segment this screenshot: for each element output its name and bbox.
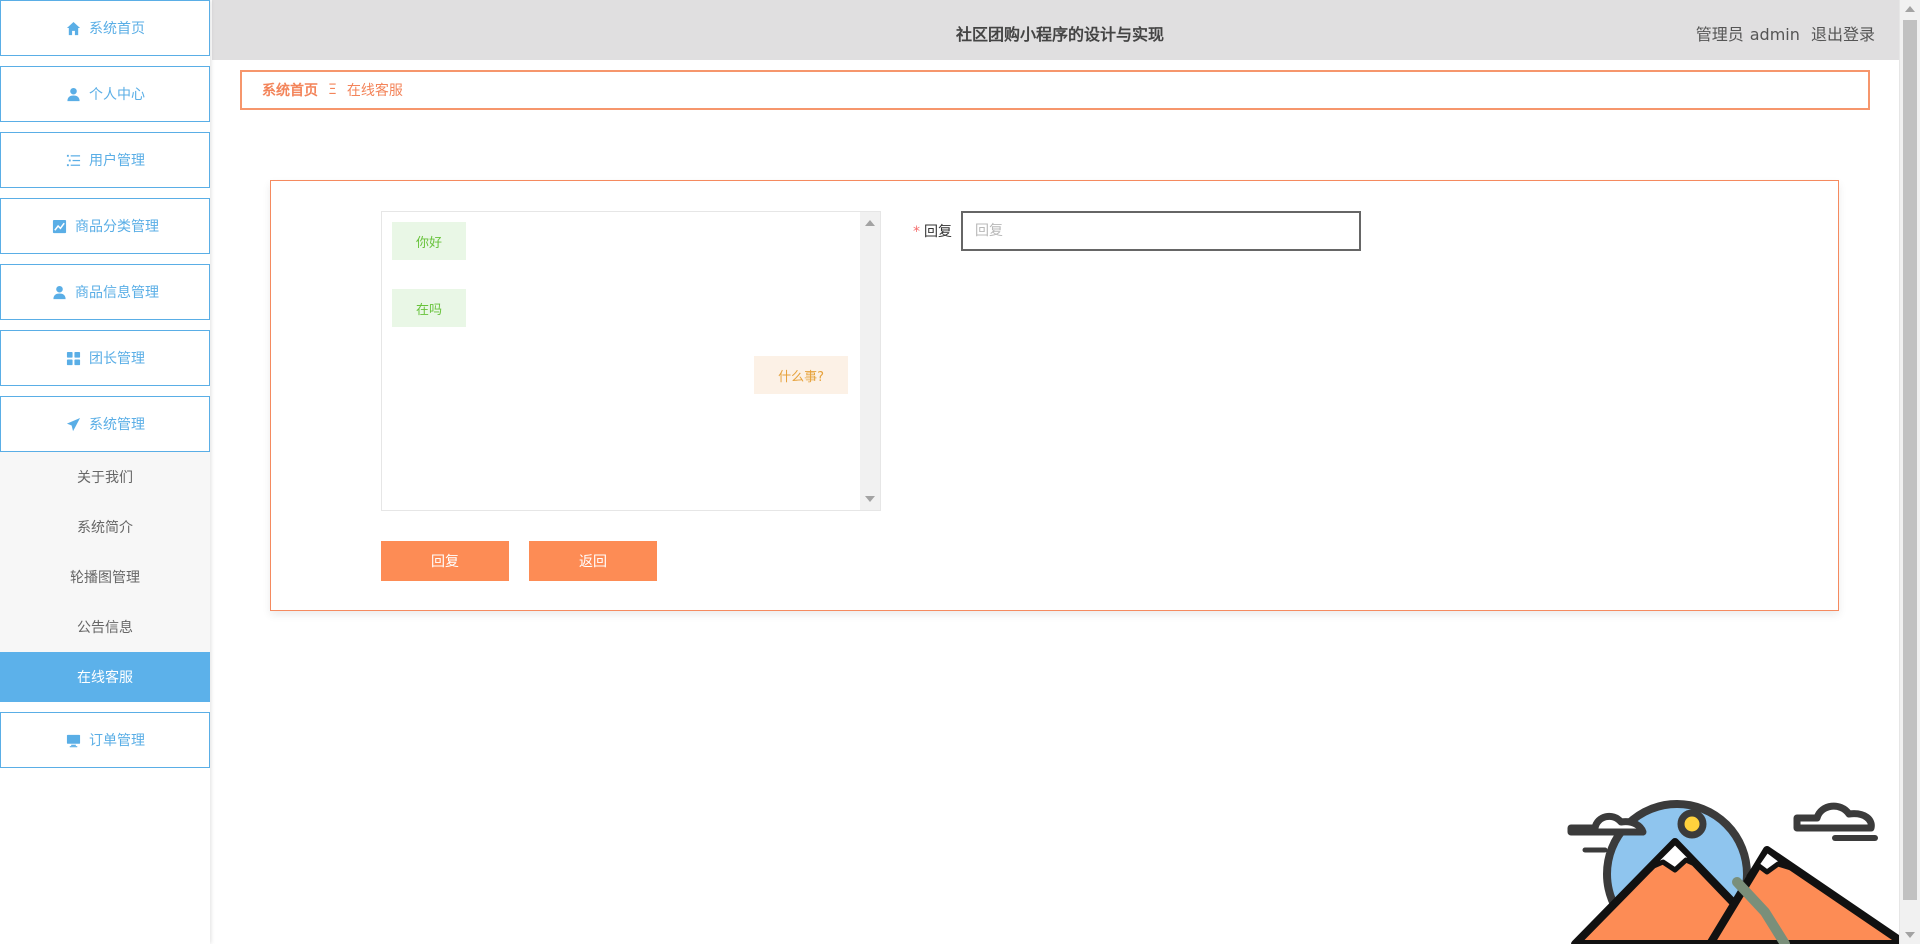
chat-card: 你好 在吗 什么事? *回复 回复 返回 xyxy=(270,180,1839,611)
back-button[interactable]: 返回 xyxy=(529,541,657,581)
sidebar-item-label: 系统首页 xyxy=(89,21,145,37)
sidebar-item-home[interactable]: 系统首页 xyxy=(0,0,210,56)
sidebar-item-order-management[interactable]: 订单管理 xyxy=(0,712,210,768)
breadcrumb-current: 在线客服 xyxy=(346,83,403,99)
sidebar-item-product-management[interactable]: 商品信息管理 xyxy=(0,264,210,320)
logout-link[interactable]: 退出登录 xyxy=(1811,25,1875,44)
sidebar-item-label: 商品分类管理 xyxy=(75,219,159,235)
submenu-item-online-service[interactable]: 在线客服 xyxy=(0,652,210,702)
submenu-item-announcements[interactable]: 公告信息 xyxy=(0,602,210,652)
submenu-item-carousel[interactable]: 轮播图管理 xyxy=(0,552,210,602)
breadcrumb-home[interactable]: 系统首页 xyxy=(262,80,318,100)
username: admin xyxy=(1749,25,1800,44)
breadcrumb: 系统首页 Ξ 在线客服 xyxy=(240,70,1870,110)
sidebar-item-label: 订单管理 xyxy=(89,733,145,749)
sidebar-item-label: 商品信息管理 xyxy=(75,285,159,301)
reply-button[interactable]: 回复 xyxy=(381,541,509,581)
reply-label: * 回复 xyxy=(913,221,952,241)
list-icon xyxy=(65,152,81,168)
chat-message: 你好 xyxy=(392,222,467,260)
sidebar-item-personal-center[interactable]: 个人中心 xyxy=(0,66,210,122)
system-submenu: 关于我们 系统简介 轮播图管理 公告信息 在线客服 xyxy=(0,452,210,702)
sidebar-item-label: 个人中心 xyxy=(89,87,145,103)
user-role: 管理员 xyxy=(1695,25,1744,44)
scroll-down-icon[interactable] xyxy=(1905,932,1915,938)
sidebar-item-category-management[interactable]: 商品分类管理 xyxy=(0,198,210,254)
mountain-illustration xyxy=(1565,770,1905,944)
top-header: 社区团购小程序的设计与实现 管理员 admin 退出登录 xyxy=(212,0,1899,60)
scroll-down-icon[interactable] xyxy=(865,496,875,502)
submenu-item-about-us[interactable]: 关于我们 xyxy=(0,452,210,502)
home-icon xyxy=(65,20,81,36)
chat-message: 在吗 xyxy=(392,289,467,327)
site-title: 社区团购小程序的设计与实现 xyxy=(956,25,1165,44)
page-scrollbar[interactable] xyxy=(1899,0,1920,944)
submenu-item-system-intro[interactable]: 系统简介 xyxy=(0,502,210,552)
sidebar-item-label: 团长管理 xyxy=(89,351,145,367)
reply-input[interactable] xyxy=(961,211,1361,251)
send-icon xyxy=(65,416,81,432)
chart-icon xyxy=(51,218,67,234)
breadcrumb-separator-icon: Ξ xyxy=(328,82,337,98)
sidebar-item-leader-management[interactable]: 团长管理 xyxy=(0,330,210,386)
chat-message: 什么事? xyxy=(754,356,848,394)
reply-label-text: 回复 xyxy=(924,224,952,240)
sidebar-item-system-management[interactable]: 系统管理 xyxy=(0,396,210,452)
scroll-up-icon[interactable] xyxy=(865,220,875,226)
scroll-up-icon[interactable] xyxy=(1905,6,1915,12)
scrollbar-thumb[interactable] xyxy=(1903,20,1917,900)
sidebar-item-label: 系统管理 xyxy=(89,417,145,433)
required-mark: * xyxy=(913,224,920,240)
monitor-icon xyxy=(65,732,81,748)
grid-icon xyxy=(65,350,81,366)
sidebar-item-user-management[interactable]: 用户管理 xyxy=(0,132,210,188)
chat-history[interactable]: 你好 在吗 什么事? xyxy=(381,211,881,511)
user-area: 管理员 admin 退出登录 xyxy=(1690,21,1875,45)
sidebar: 系统首页 个人中心 用户管理 商品分类管理 商品信息管理 团长管理 系统管理 关… xyxy=(0,0,210,944)
user-icon xyxy=(51,284,67,300)
sidebar-item-label: 用户管理 xyxy=(89,153,145,169)
user-icon xyxy=(65,86,81,102)
chat-scrollbar[interactable] xyxy=(860,212,880,510)
